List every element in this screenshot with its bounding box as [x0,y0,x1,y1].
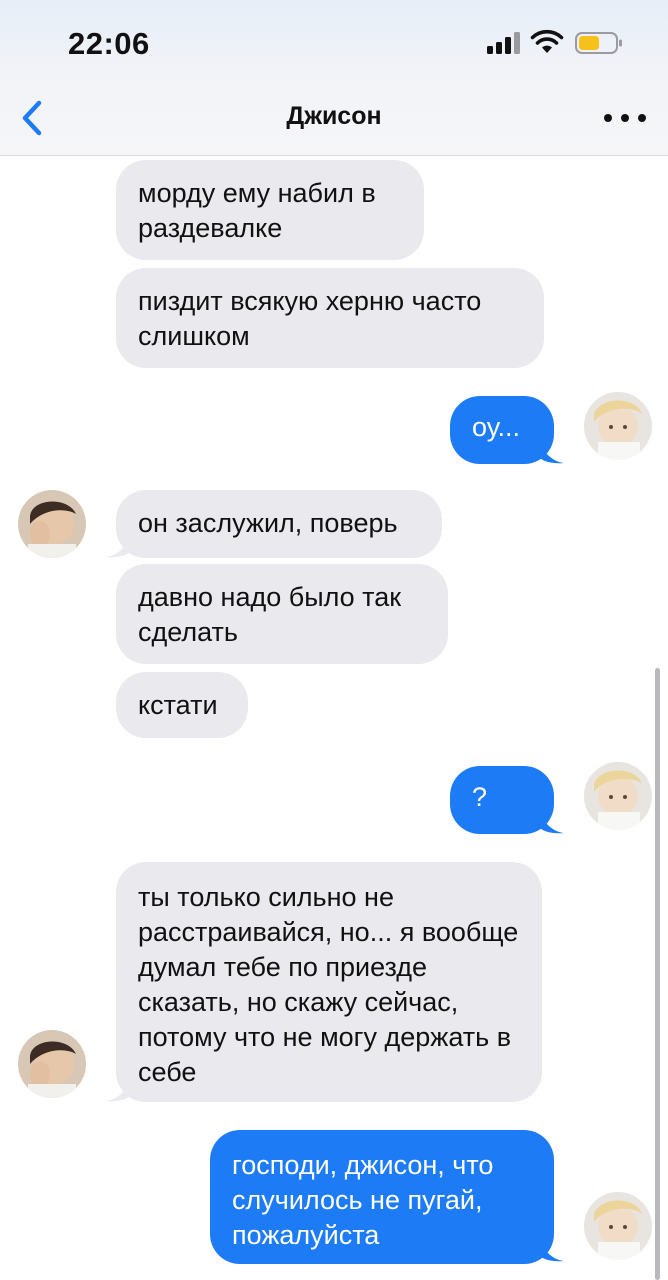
scrollbar[interactable] [655,668,660,1280]
message-bubble-incoming[interactable]: давно надо было так сделать [116,564,448,664]
more-options-button[interactable] [604,106,646,130]
wifi-icon [530,29,564,53]
message-bubble-outgoing[interactable]: оу... [450,396,554,464]
message-bubble-incoming[interactable]: пиздит всякую херню часто слишком [116,268,544,368]
avatar-me [584,392,652,460]
message-bubble-incoming[interactable]: кстати [116,672,248,738]
message-bubble-incoming[interactable]: морду ему набил в раздевалке [116,160,424,260]
status-time: 22:06 [68,26,150,61]
battery-icon [575,32,622,54]
avatar-contact [18,490,86,558]
avatar-me [584,1192,652,1260]
chat-title[interactable]: Джисон [0,102,668,131]
message-bubble-incoming[interactable]: ты только сильно не расстраивайся, но...… [116,862,542,1102]
message-bubble-incoming[interactable]: он заслужил, поверь [116,490,442,558]
signal-icon [487,32,523,54]
avatar-me [584,762,652,830]
message-bubble-outgoing[interactable]: ? [450,766,554,834]
avatar-contact [18,1030,86,1098]
chat-screen: 22:06 Джисон морду ему набил в раздевалк… [0,0,668,1280]
chat-header: 22:06 Джисон [0,0,668,156]
message-bubble-outgoing[interactable]: господи, джисон, что случилось не пугай,… [210,1130,554,1264]
ellipsis-icon [604,114,612,122]
